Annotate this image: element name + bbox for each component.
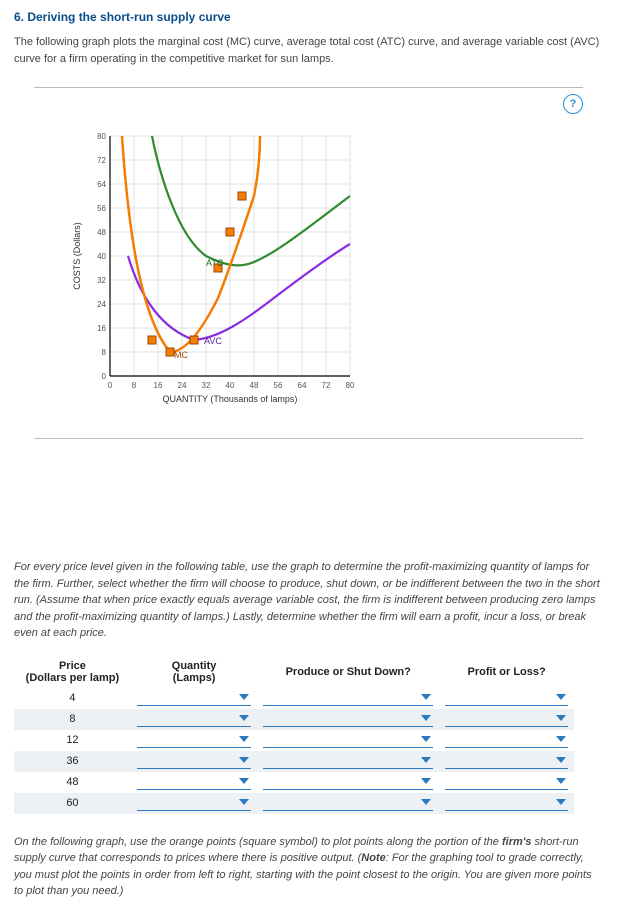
- quantity-dropdown[interactable]: [137, 754, 251, 769]
- quantity-dropdown[interactable]: [137, 796, 251, 811]
- mc-label: MC: [174, 350, 188, 360]
- col-qty-header: Quantity (Lamps): [131, 656, 257, 688]
- table-prompt: For every price level given in the follo…: [14, 559, 603, 642]
- svg-text:32: 32: [97, 276, 106, 285]
- chevron-down-icon: [556, 694, 566, 700]
- profit-dropdown[interactable]: [445, 796, 568, 811]
- price-value: 48: [14, 772, 131, 793]
- table-row: 48: [14, 772, 574, 793]
- svg-text:64: 64: [298, 381, 307, 390]
- mc-curve: [122, 136, 260, 352]
- question-title: 6. Deriving the short-run supply curve: [14, 10, 603, 24]
- table-row: 60: [14, 793, 574, 814]
- profit-dropdown[interactable]: [445, 775, 568, 790]
- chevron-down-icon: [239, 736, 249, 742]
- svg-text:56: 56: [97, 204, 106, 213]
- produce-dropdown[interactable]: [263, 712, 433, 727]
- svg-text:80: 80: [97, 132, 106, 141]
- produce-dropdown[interactable]: [263, 691, 433, 706]
- help-icon[interactable]: ?: [563, 94, 583, 114]
- chevron-down-icon: [239, 715, 249, 721]
- price-value: 8: [14, 709, 131, 730]
- svg-text:0: 0: [102, 372, 107, 381]
- table-row: 12: [14, 730, 574, 751]
- cost-curves-chart: MC ATC AVC 0 8 16 24 32 40 48 56 64 72 8…: [64, 126, 394, 426]
- quantity-dropdown[interactable]: [137, 712, 251, 727]
- atc-label: ATC: [206, 258, 224, 268]
- profit-dropdown[interactable]: [445, 754, 568, 769]
- chevron-down-icon: [239, 694, 249, 700]
- chevron-down-icon: [556, 736, 566, 742]
- produce-dropdown[interactable]: [263, 754, 433, 769]
- chevron-down-icon: [239, 799, 249, 805]
- chevron-down-icon: [556, 778, 566, 784]
- svg-text:48: 48: [97, 228, 106, 237]
- chevron-down-icon: [421, 715, 431, 721]
- produce-dropdown[interactable]: [263, 775, 433, 790]
- col-produce-header: Produce or Shut Down?: [257, 656, 439, 688]
- col-price-header: Price (Dollars per lamp): [14, 656, 131, 688]
- chevron-down-icon: [556, 799, 566, 805]
- svg-text:8: 8: [132, 381, 137, 390]
- profit-dropdown[interactable]: [445, 691, 568, 706]
- chart-container: ?: [34, 87, 583, 439]
- svg-text:8: 8: [102, 348, 107, 357]
- table-row: 4: [14, 688, 574, 709]
- y-axis-label: COSTS (Dollars): [72, 222, 82, 290]
- avc-label: AVC: [204, 336, 222, 346]
- price-value: 36: [14, 751, 131, 772]
- profit-dropdown[interactable]: [445, 733, 568, 748]
- svg-text:72: 72: [322, 381, 331, 390]
- price-value: 12: [14, 730, 131, 751]
- chevron-down-icon: [239, 778, 249, 784]
- profit-dropdown[interactable]: [445, 712, 568, 727]
- svg-text:48: 48: [250, 381, 259, 390]
- quantity-dropdown[interactable]: [137, 775, 251, 790]
- svg-text:32: 32: [202, 381, 211, 390]
- avc-curve: [128, 244, 350, 340]
- svg-text:24: 24: [97, 300, 106, 309]
- chevron-down-icon: [421, 778, 431, 784]
- quantity-dropdown[interactable]: [137, 691, 251, 706]
- chevron-down-icon: [421, 694, 431, 700]
- svg-text:80: 80: [346, 381, 355, 390]
- col-profit-header: Profit or Loss?: [439, 656, 574, 688]
- svg-text:24: 24: [178, 381, 187, 390]
- table-row: 36: [14, 751, 574, 772]
- svg-text:16: 16: [97, 324, 106, 333]
- graphing-note: On the following graph, use the orange p…: [14, 834, 603, 900]
- question-intro: The following graph plots the marginal c…: [14, 34, 603, 67]
- price-value: 60: [14, 793, 131, 814]
- answer-table: Price (Dollars per lamp) Quantity (Lamps…: [14, 656, 574, 814]
- table-row: 8: [14, 709, 574, 730]
- chevron-down-icon: [421, 799, 431, 805]
- produce-dropdown[interactable]: [263, 796, 433, 811]
- quantity-dropdown[interactable]: [137, 733, 251, 748]
- price-value: 4: [14, 688, 131, 709]
- svg-text:64: 64: [97, 180, 106, 189]
- svg-text:16: 16: [154, 381, 163, 390]
- chevron-down-icon: [421, 736, 431, 742]
- svg-text:40: 40: [226, 381, 235, 390]
- x-axis-label: QUANTITY (Thousands of lamps): [163, 394, 298, 404]
- chevron-down-icon: [556, 715, 566, 721]
- svg-text:0: 0: [108, 381, 113, 390]
- svg-text:40: 40: [97, 252, 106, 261]
- produce-dropdown[interactable]: [263, 733, 433, 748]
- svg-text:72: 72: [97, 156, 106, 165]
- svg-text:56: 56: [274, 381, 283, 390]
